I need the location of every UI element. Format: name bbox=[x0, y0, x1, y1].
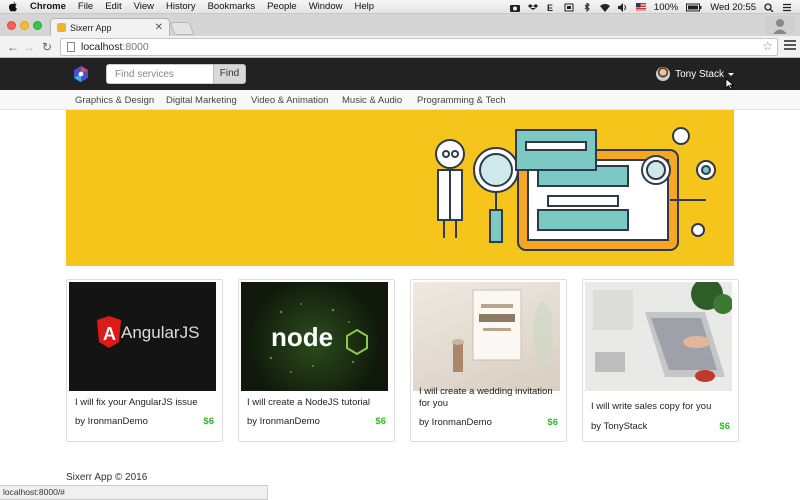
window-close-button[interactable] bbox=[7, 21, 16, 30]
search-input[interactable] bbox=[106, 64, 214, 84]
url-port: :8000 bbox=[122, 41, 149, 53]
gig-card[interactable]: A AngularJS I will fix your AngularJS is… bbox=[66, 279, 223, 442]
user-name: Tony Stack bbox=[675, 68, 724, 80]
menubar-clock[interactable]: Wed 20:55 bbox=[710, 2, 756, 13]
gig-thumbnail[interactable] bbox=[413, 282, 560, 391]
page-viewport: Find Tony Stack Graphics & Design Digita… bbox=[0, 58, 800, 500]
find-button[interactable]: Find bbox=[213, 64, 246, 84]
address-bar[interactable]: localhost:8000 ☆ bbox=[60, 38, 778, 56]
dropbox-icon[interactable] bbox=[527, 3, 538, 12]
gig-title[interactable]: I will fix your AngularJS issue bbox=[75, 397, 213, 409]
mouse-pointer-icon bbox=[725, 78, 735, 90]
laptop-desk-illustration bbox=[593, 282, 732, 382]
status-icon[interactable] bbox=[564, 3, 574, 12]
category-bar: Graphics & Design Digital Marketing Vide… bbox=[0, 90, 800, 110]
gig-price: $6 bbox=[719, 421, 730, 432]
gig-price: $6 bbox=[203, 416, 214, 427]
us-flag-icon[interactable] bbox=[635, 2, 646, 12]
gig-seller[interactable]: by IronmanDemo bbox=[247, 416, 320, 427]
menu-help[interactable]: Help bbox=[354, 1, 374, 12]
nodejs-logo-icon: node bbox=[269, 303, 368, 373]
apple-icon[interactable] bbox=[8, 1, 18, 12]
menubar-app-name[interactable]: Chrome bbox=[30, 1, 66, 12]
category-graphics-design[interactable]: Graphics & Design bbox=[75, 95, 154, 106]
battery-percent[interactable]: 100% bbox=[654, 2, 678, 13]
gig-title[interactable]: I will create a wedding invitation for y… bbox=[419, 386, 557, 410]
tab-title: Sixerr App bbox=[70, 22, 112, 33]
gig-seller[interactable]: by IronmanDemo bbox=[75, 416, 148, 427]
nodejs-text: node bbox=[271, 322, 333, 352]
menu-edit[interactable]: Edit bbox=[105, 1, 121, 12]
macos-menubar: Chrome File Edit View History Bookmarks … bbox=[0, 0, 800, 14]
gig-seller[interactable]: by TonyStack bbox=[591, 421, 647, 432]
battery-icon[interactable] bbox=[686, 3, 702, 12]
hero-illustration bbox=[435, 127, 716, 251]
gig-thumbnail[interactable] bbox=[585, 282, 732, 391]
spotlight-search-icon[interactable] bbox=[764, 2, 774, 12]
extension-e-icon[interactable]: E bbox=[546, 3, 556, 12]
wifi-icon[interactable] bbox=[599, 3, 610, 12]
app-navbar: Find Tony Stack bbox=[0, 58, 800, 90]
camera-icon[interactable] bbox=[509, 3, 520, 12]
gig-card[interactable]: I will write sales copy for you by TonyS… bbox=[582, 279, 739, 442]
caret-down-icon bbox=[728, 72, 734, 76]
app-logo-icon[interactable] bbox=[73, 66, 89, 82]
gig-price: $6 bbox=[547, 417, 558, 428]
menu-window[interactable]: Window bbox=[309, 1, 343, 12]
browser-toolbar: ← → ↻ localhost:8000 ☆ bbox=[0, 36, 800, 58]
gig-title[interactable]: I will write sales copy for you bbox=[591, 401, 729, 413]
reload-icon[interactable]: ↻ bbox=[40, 39, 54, 55]
user-menu[interactable]: Tony Stack bbox=[656, 67, 734, 81]
volume-icon[interactable] bbox=[617, 2, 628, 12]
gig-card[interactable]: node I will create a NodeJS tutorial by … bbox=[238, 279, 395, 442]
menu-bookmarks[interactable]: Bookmarks bbox=[208, 1, 256, 12]
url-host: localhost bbox=[81, 41, 123, 53]
page-icon bbox=[67, 42, 75, 52]
notification-center-icon[interactable] bbox=[782, 3, 792, 12]
forward-arrow-icon[interactable]: → bbox=[22, 39, 36, 55]
bookmark-star-icon[interactable]: ☆ bbox=[762, 39, 773, 53]
gig-seller[interactable]: by IronmanDemo bbox=[419, 417, 492, 428]
new-tab-button[interactable] bbox=[169, 22, 195, 35]
gig-price: $6 bbox=[375, 416, 386, 427]
menu-history[interactable]: History bbox=[166, 1, 196, 12]
category-programming-tech[interactable]: Programming & Tech bbox=[417, 95, 506, 106]
profile-avatar-icon[interactable] bbox=[766, 16, 794, 34]
menu-people[interactable]: People bbox=[267, 1, 297, 12]
category-video-animation[interactable]: Video & Animation bbox=[251, 95, 328, 106]
footer-copyright: Sixerr App © 2016 bbox=[66, 472, 148, 483]
bluetooth-icon[interactable] bbox=[582, 2, 592, 12]
tab-close-icon[interactable]: ✕ bbox=[155, 22, 163, 33]
avatar bbox=[656, 67, 671, 81]
category-music-audio[interactable]: Music & Audio bbox=[342, 95, 402, 106]
gig-thumbnail[interactable]: node bbox=[241, 282, 388, 391]
window-minimize-button[interactable] bbox=[20, 21, 29, 30]
angularjs-logo-icon: A AngularJS bbox=[97, 316, 199, 348]
status-bar-url: localhost:8000/# bbox=[0, 485, 268, 500]
menu-file[interactable]: File bbox=[78, 1, 93, 12]
svg-text:E: E bbox=[547, 3, 553, 12]
browser-tab-strip: Sixerr App ✕ bbox=[0, 14, 800, 36]
browser-tab-active[interactable]: Sixerr App ✕ bbox=[50, 18, 170, 36]
window-zoom-button[interactable] bbox=[33, 21, 42, 30]
chrome-menu-icon[interactable] bbox=[784, 40, 796, 52]
wedding-invitation-illustration bbox=[452, 289, 553, 372]
category-digital-marketing[interactable]: Digital Marketing bbox=[166, 95, 237, 106]
svg-text:A: A bbox=[103, 324, 116, 344]
gig-title[interactable]: I will create a NodeJS tutorial bbox=[247, 397, 385, 409]
back-arrow-icon[interactable]: ← bbox=[6, 39, 20, 55]
favicon-icon bbox=[57, 23, 66, 32]
angularjs-text: AngularJS bbox=[121, 323, 199, 342]
gig-card[interactable]: I will create a wedding invitation for y… bbox=[410, 279, 567, 442]
gig-thumbnail[interactable]: A AngularJS bbox=[69, 282, 216, 391]
menu-view[interactable]: View bbox=[134, 1, 154, 12]
hero-banner bbox=[66, 110, 734, 266]
